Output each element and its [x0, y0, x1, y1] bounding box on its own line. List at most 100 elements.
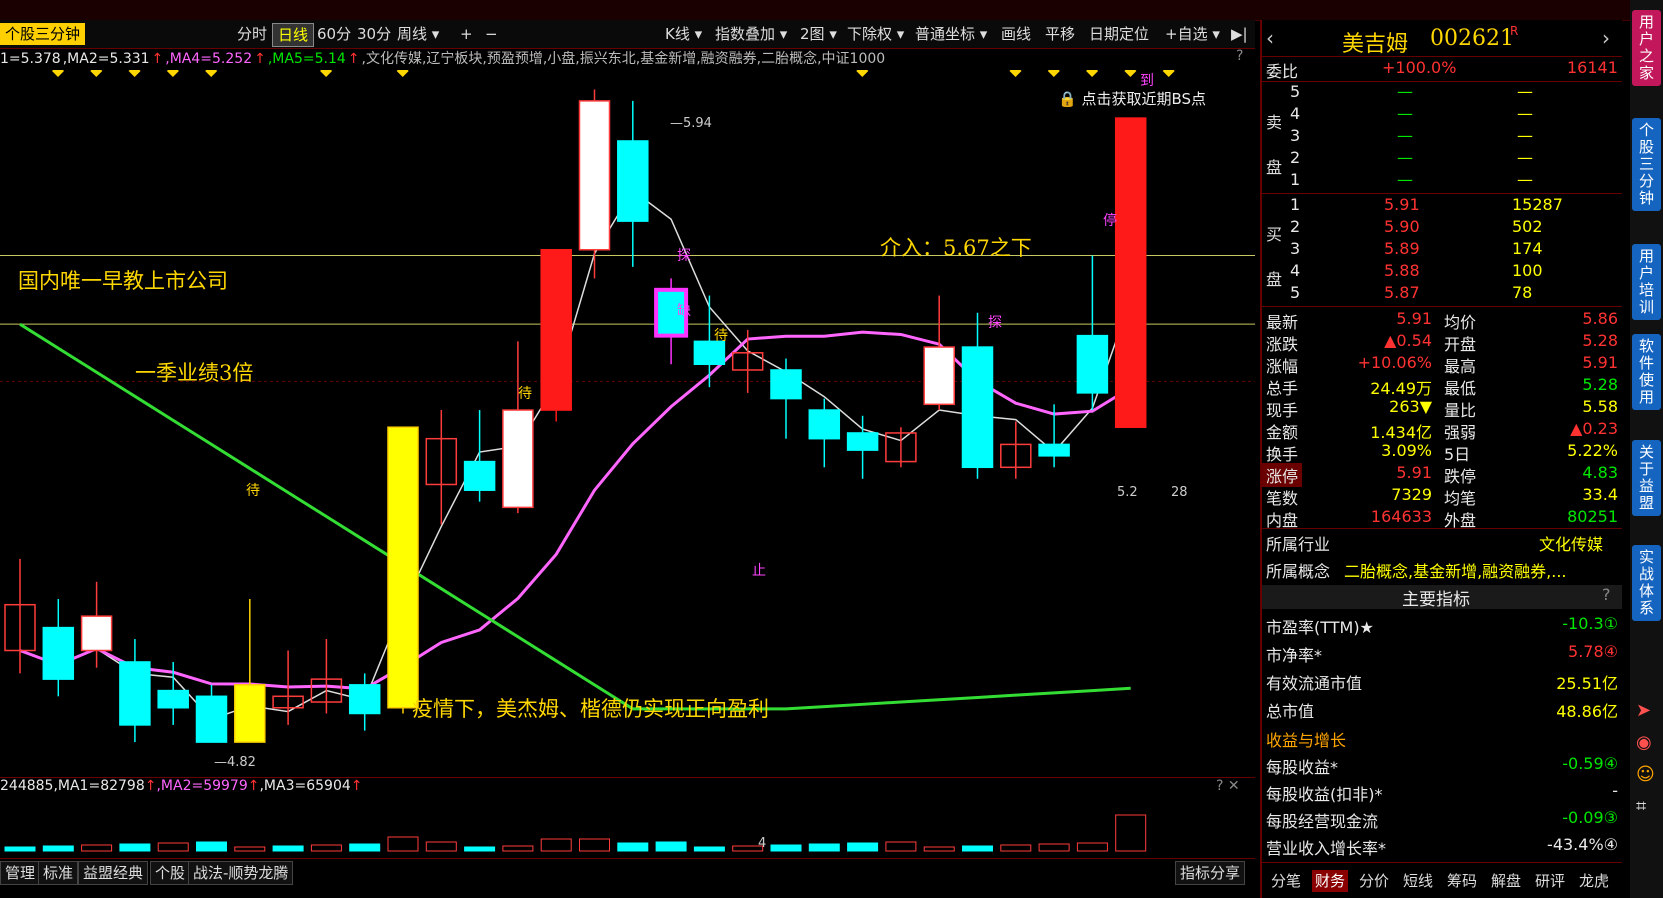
index-overlay-menu[interactable]: 指数叠加 ▾ [710, 23, 792, 45]
buy-level-row[interactable]: 1 5.91 15287 [1262, 195, 1622, 217]
stat-label-2: 最高 [1444, 357, 1477, 376]
metric-row[interactable]: 市盈率(TTM)★ -10.3① [1262, 614, 1622, 637]
record-icon[interactable]: ◉ [1636, 732, 1652, 753]
tab-yimeng-classic[interactable]: 益盟经典 [78, 861, 149, 885]
ma5-value: ,MA5=5.14 [267, 51, 346, 67]
dual-chart-menu[interactable]: 2图 ▾ [795, 23, 842, 45]
buy-level-row[interactable]: 3 5.89 174 [1262, 239, 1622, 261]
buy-level-row[interactable]: 5 5.87 78 [1262, 283, 1622, 305]
concept-tags: ,文化传媒,辽宁板块,预盈预增,小盘,振兴东北,基金新增,融资融券,二胎概念,中… [361, 51, 886, 67]
metric-row[interactable]: 有效流通市值 25.51亿 [1262, 670, 1622, 693]
volume-bar [885, 841, 917, 852]
metric-label: 总市值 [1266, 702, 1315, 721]
quote-tab[interactable]: 短线 [1400, 870, 1436, 892]
axis-mode-menu[interactable]: 普通坐标 ▾ [910, 23, 992, 45]
rights-adjust-menu[interactable]: 下除权 ▾ [842, 23, 909, 45]
metric-row[interactable]: 总市值 48.86亿 [1262, 698, 1622, 721]
volume-bar [655, 841, 687, 852]
buy-level-row[interactable]: 2 5.90 502 [1262, 217, 1622, 239]
add-watchlist-menu[interactable]: +自选 ▾ [1160, 23, 1225, 45]
stat-label: 涨幅 [1266, 357, 1299, 376]
sidebar-software-usage[interactable]: 软件使用 [1632, 334, 1661, 410]
help-icon[interactable]: ? [1236, 48, 1243, 64]
penguin-icon[interactable]: ☺ [1636, 764, 1655, 785]
volume-value: 244885 [0, 778, 54, 794]
stat-value-2: 5.22% [1567, 441, 1618, 460]
sidebar-about-yimeng[interactable]: 关于益盟 [1632, 440, 1661, 516]
ma1-value: 1=5.378 [0, 51, 61, 67]
stat-value-2: 5.28 [1582, 331, 1618, 350]
volume-bar [310, 844, 342, 852]
growth-row[interactable]: 每股经营现金流 -0.09③ [1262, 808, 1622, 831]
indicator-share-button[interactable]: 指标分享 [1175, 861, 1246, 885]
period-30min[interactable]: 30分 [352, 23, 396, 45]
help-icon[interactable]: ? [1602, 585, 1611, 604]
collapse-panel-icon[interactable]: ▶| [1226, 23, 1253, 45]
signal-diamond [205, 70, 218, 77]
period-60min[interactable]: 60分 [312, 23, 356, 45]
mark-ting: 停 [1103, 213, 1117, 229]
sidebar-user-training[interactable]: 用户培训 [1632, 244, 1661, 320]
industry-value[interactable]: 文化传媒 [1539, 531, 1603, 555]
sidebar-stock-3min[interactable]: 个股三分钟 [1632, 118, 1661, 211]
draw-line-button[interactable]: 画线 [996, 23, 1036, 45]
quote-tab[interactable]: 研评 [1532, 870, 1568, 892]
metric-row[interactable]: 市净率* 5.78④ [1262, 642, 1622, 665]
sell-level-row[interactable]: 1 — — [1262, 170, 1622, 192]
date-locate-button[interactable]: 日期定位 [1084, 23, 1154, 45]
divider [1262, 862, 1622, 863]
sell-level-row[interactable]: 5 — — [1262, 82, 1622, 104]
mark-tan: 探 [988, 315, 1002, 331]
growth-row[interactable]: 每股收益* -0.59④ [1262, 754, 1622, 777]
prev-stock-icon[interactable]: ‹ [1266, 26, 1274, 50]
sell-level-row[interactable]: 2 — — [1262, 148, 1622, 170]
quote-tab[interactable]: 解盘 [1488, 870, 1524, 892]
page-title[interactable]: 个股三分钟 [0, 23, 86, 45]
growth-row[interactable]: 营业收入增长率* -43.4%④ [1262, 835, 1622, 858]
volume-legend: 244885,MA1=82798↑,MA2=59979↑,MA3=65904↑ … [0, 777, 1255, 800]
growth-row[interactable]: 每股收益(扣非)* - [1262, 781, 1622, 804]
sell-level-row[interactable]: 4 — — [1262, 104, 1622, 126]
tab-strategy[interactable]: 战法-顺势龙腾 [188, 861, 294, 885]
stat-label-2: 强弱 [1444, 423, 1477, 442]
right-price-label-b: 28 [1171, 485, 1188, 500]
stat-value-2: 80251 [1567, 507, 1618, 526]
volume-bar [770, 844, 802, 852]
tab-manage[interactable]: 管理 [0, 861, 41, 885]
quote-tab[interactable]: 财务 [1312, 870, 1349, 892]
next-stock-icon[interactable]: › [1602, 26, 1610, 50]
tab-standard[interactable]: 标准 [38, 861, 79, 885]
period-fenshi[interactable]: 分时 [232, 23, 272, 45]
volume-help-icon[interactable]: ? ✕ [1216, 778, 1240, 794]
zoom-in-button[interactable]: + [455, 23, 478, 45]
sell-volume: — [1517, 170, 1533, 189]
candle-body [157, 689, 189, 709]
growth-label: 每股经营现金流 [1266, 812, 1379, 831]
kline-menu[interactable]: K线 ▾ [660, 23, 707, 45]
crop-icon[interactable]: ⌗ [1636, 796, 1646, 817]
cursor-icon[interactable]: ➤ [1636, 700, 1651, 721]
rights-adjust-label: 下除权 [847, 25, 893, 43]
quote-tab[interactable]: 分价 [1356, 870, 1392, 892]
sidebar-practice-system[interactable]: 实战体系 [1632, 545, 1661, 621]
candlestick-chart[interactable] [0, 70, 1255, 777]
buy-volume: 78 [1512, 283, 1533, 302]
bs-point-hint[interactable]: 🔒 点击获取近期BS点 [1058, 88, 1206, 109]
quote-tab[interactable]: 龙虎 [1576, 870, 1612, 892]
up-arrow-icon: ↑ [247, 778, 260, 794]
sidebar-user-home[interactable]: 用户之家 [1632, 10, 1661, 86]
zoom-out-button[interactable]: − [480, 23, 503, 45]
period-weekly[interactable]: 周线 ▾ [392, 23, 444, 45]
stat-value-2: ▲0.23 [1570, 419, 1618, 438]
sell-level-row[interactable]: 3 — — [1262, 126, 1622, 148]
buy-level: 5 [1290, 283, 1301, 302]
quote-tab[interactable]: 分笔 [1268, 870, 1304, 892]
pan-button[interactable]: 平移 [1040, 23, 1080, 45]
period-daily[interactable]: 日线 [272, 23, 315, 47]
quote-tab[interactable]: 筹码 [1444, 870, 1480, 892]
tab-stock[interactable]: 个股 [150, 861, 191, 885]
candle-body [1114, 117, 1147, 428]
buy-level: 2 [1290, 217, 1301, 236]
concept-value[interactable]: 二胎概念,基金新增,融资融券,... [1344, 558, 1567, 582]
buy-level-row[interactable]: 4 5.88 100 [1262, 261, 1622, 283]
